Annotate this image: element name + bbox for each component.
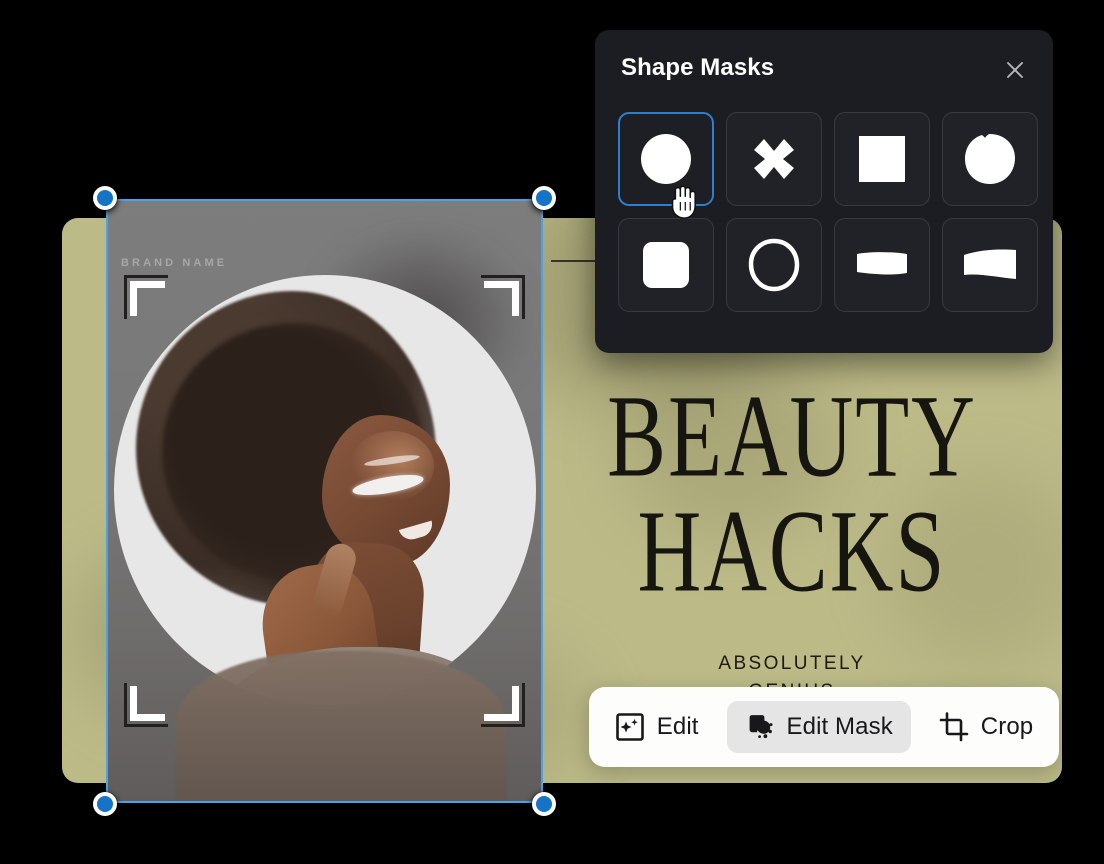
blob-circle-shape-icon xyxy=(965,134,1015,184)
selected-image-layer[interactable]: BRAND NAME xyxy=(93,186,556,816)
crop-bracket-top-left xyxy=(124,275,168,319)
shape-tile-rounded-square[interactable] xyxy=(618,218,714,312)
edit-button[interactable]: Edit xyxy=(597,701,717,753)
resize-handle-top-left[interactable] xyxy=(93,186,117,210)
poster-headline-line1: BEAUTY xyxy=(607,370,977,501)
app-canvas: BEAUTY HACKS ABSOLUTELY GENIUS xyxy=(0,0,1104,864)
shape-masks-panel: Shape Masks xyxy=(595,30,1053,353)
shape-tile-blob-circle[interactable] xyxy=(942,112,1038,206)
shape-tile-square[interactable] xyxy=(834,112,930,206)
shape-mask-grid xyxy=(618,112,1038,312)
masked-photo: BRAND NAME xyxy=(106,199,543,803)
resize-handle-bottom-right[interactable] xyxy=(532,792,556,816)
hand-cursor-icon xyxy=(671,185,696,219)
crop-bracket-bottom-right xyxy=(481,683,525,727)
shape-tile-cross[interactable] xyxy=(726,112,822,206)
circle-outline-shape-icon xyxy=(748,238,800,292)
brand-name-label: BRAND NAME xyxy=(121,257,228,269)
mask-icon xyxy=(749,715,773,739)
crop-button-label: Crop xyxy=(980,713,1034,740)
image-actions-toolbar: Edit Edit Mask Crop xyxy=(589,687,1059,767)
edit-button-label: Edit xyxy=(656,713,699,740)
crop-button[interactable]: Crop xyxy=(921,701,1051,753)
resize-handle-top-right[interactable] xyxy=(532,186,556,210)
crop-bracket-top-right xyxy=(481,275,525,319)
portrait-body-outside-mask xyxy=(176,651,506,803)
close-icon[interactable] xyxy=(1003,58,1027,82)
square-shape-icon xyxy=(859,136,905,182)
shape-tile-flag[interactable] xyxy=(942,218,1038,312)
crop-bracket-bottom-left xyxy=(124,683,168,727)
banner-shape-icon xyxy=(857,252,907,275)
edit-mask-button[interactable]: Edit Mask xyxy=(726,701,911,753)
cross-shape-icon xyxy=(754,139,794,179)
edit-mask-button-label: Edit Mask xyxy=(786,713,893,740)
panel-header: Shape Masks xyxy=(595,30,1053,108)
poster-headline: BEAUTY HACKS xyxy=(571,377,1013,617)
shape-tile-circle-outline[interactable] xyxy=(726,218,822,312)
magic-edit-icon xyxy=(615,713,644,741)
rounded-square-shape-icon xyxy=(643,242,689,288)
flag-shape-icon xyxy=(964,249,1016,279)
shape-tile-banner[interactable] xyxy=(834,218,930,312)
crop-icon xyxy=(939,712,969,742)
ellipse-mask-region xyxy=(114,275,536,705)
shape-tile-circle[interactable] xyxy=(618,112,714,219)
panel-title: Shape Masks xyxy=(621,54,775,81)
poster-headline-line2: HACKS xyxy=(637,485,947,617)
circle-shape-icon xyxy=(641,134,691,184)
resize-handle-bottom-left[interactable] xyxy=(93,792,117,816)
